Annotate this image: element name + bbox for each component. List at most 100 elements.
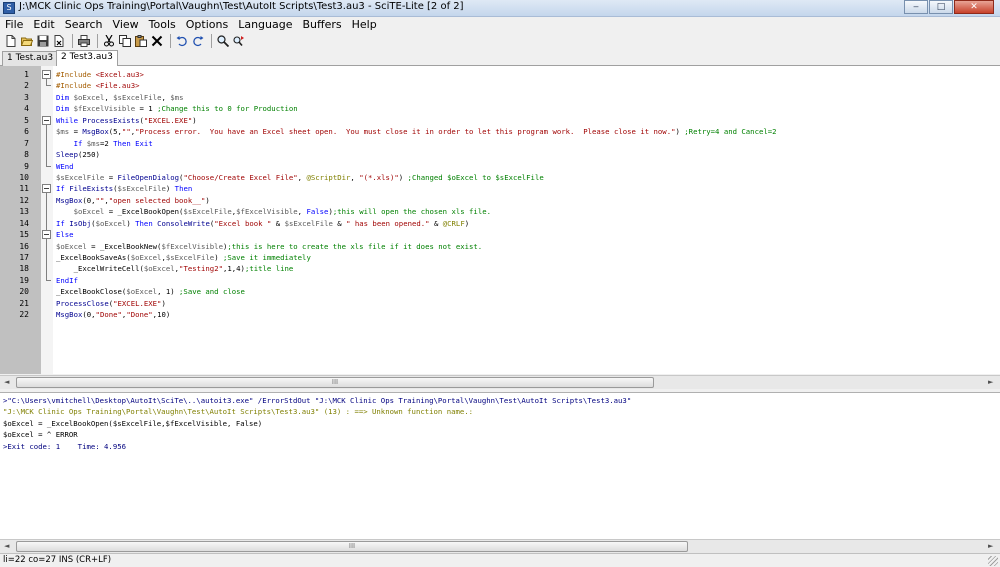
code-text[interactable]: MsgBox(0,"Done","Done",10) xyxy=(56,309,170,320)
output-scroll-left-arrow[interactable]: ◄ xyxy=(4,542,9,550)
code-text[interactable]: _ExcelBookSaveAs($oExcel,$sExcelFile) ;S… xyxy=(56,252,311,263)
code-token-variable: $fExcelVisible xyxy=(73,104,136,114)
code-text[interactable]: If FileExists($sExcelFile) Then xyxy=(56,183,192,194)
fold-toggle-icon[interactable] xyxy=(42,115,52,127)
output-line[interactable]: "J:\MCK Clinic Ops Training\Portal\Vaugh… xyxy=(0,406,1000,417)
copy-icon[interactable] xyxy=(118,34,132,48)
code-line[interactable]: 9 WEnd xyxy=(0,160,1000,172)
code-line[interactable]: 15 Else xyxy=(0,229,1000,241)
save-icon[interactable] xyxy=(36,34,50,48)
code-text[interactable]: #Include <File.au3> xyxy=(56,80,140,91)
scite-app-icon[interactable]: S xyxy=(3,2,15,14)
code-token-default: ) xyxy=(192,115,197,125)
output-pane[interactable]: >"C:\Users\vmitchell\Desktop\AutoIt\SciT… xyxy=(0,392,1000,539)
code-line[interactable]: 1 #Include <Excel.au3> xyxy=(0,69,1000,81)
output-scroll-right-arrow[interactable]: ► xyxy=(988,542,993,550)
code-text[interactable]: #Include <Excel.au3> xyxy=(56,69,144,80)
code-token-macro: @CRLF xyxy=(442,218,465,228)
code-lines[interactable]: 1 #Include <Excel.au3> 2 #Include <File.au3… xyxy=(0,69,1000,321)
title-bar[interactable]: S J:\MCK Clinic Ops Training\Portal\Vaug… xyxy=(0,0,1000,17)
code-text[interactable]: While ProcessExists("EXCEL.EXE") xyxy=(56,115,197,126)
menu-file[interactable]: File xyxy=(0,17,28,32)
output-scroll-thumb[interactable]: III xyxy=(16,541,688,552)
code-line[interactable]: 14 If IsObj($oExcel) Then ConsoleWrite("E… xyxy=(0,217,1000,230)
undo-icon[interactable] xyxy=(175,34,189,48)
resize-grip-icon[interactable] xyxy=(988,556,998,566)
code-text[interactable]: If IsObj($oExcel) Then ConsoleWrite("Exc… xyxy=(56,218,469,229)
code-text[interactable]: EndIf xyxy=(56,275,78,286)
code-token-variable: $oExcel xyxy=(143,264,175,274)
code-line[interactable]: 6 $ms = MsgBox(5,"","Process error. You h… xyxy=(0,126,1000,138)
output-line[interactable]: >"C:\Users\vmitchell\Desktop\AutoIt\SciT… xyxy=(0,395,1000,406)
open-folder-icon[interactable] xyxy=(20,34,34,48)
fold-toggle-icon[interactable] xyxy=(42,183,52,196)
menu-options[interactable]: Options xyxy=(181,17,233,32)
menu-help[interactable]: Help xyxy=(347,17,382,32)
close-button[interactable]: ✕ xyxy=(954,0,994,14)
tab-test3-au3[interactable]: 2 Test3.au3 xyxy=(56,50,118,66)
code-line[interactable]: 13 $oExcel = _ExcelBookOpen($sExcelFile,… xyxy=(0,206,1000,218)
code-line[interactable]: 17 _ExcelBookSaveAs($oExcel,$sExcelFile) … xyxy=(0,252,1000,264)
code-text[interactable]: $sExcelFile = FileOpenDialog("Choose/Cre… xyxy=(56,172,544,183)
new-file-icon[interactable] xyxy=(4,34,18,48)
code-token-default: ) xyxy=(165,184,175,194)
code-token-keyword: WEnd xyxy=(56,161,74,171)
replace-icon[interactable] xyxy=(232,34,246,48)
code-editor[interactable]: 1 #Include <Excel.au3> 2 #Include <File.au3… xyxy=(0,66,1000,374)
output-line[interactable]: $oExcel = _ExcelBookOpen($sExcelFile,$fE… xyxy=(0,418,1000,429)
menu-tools[interactable]: Tools xyxy=(144,17,181,32)
cut-icon[interactable] xyxy=(102,34,116,48)
fold-toggle-icon[interactable] xyxy=(42,69,52,81)
editor-scroll-thumb[interactable]: III xyxy=(16,377,654,388)
code-text[interactable]: Dim $oExcel, $sExcelFile, $ms xyxy=(56,92,183,103)
code-line[interactable]: 20 _ExcelBookClose($oExcel, 1) ;Save and … xyxy=(0,286,1000,297)
redo-icon[interactable] xyxy=(191,34,205,48)
code-line[interactable]: 19 EndIf xyxy=(0,274,1000,286)
paste-icon[interactable] xyxy=(134,34,148,48)
code-line[interactable]: 21 ProcessClose("EXCEL.EXE") xyxy=(0,298,1000,309)
code-line[interactable]: 10 $sExcelFile = FileOpenDialog("Choose/C… xyxy=(0,172,1000,183)
close-file-icon[interactable] xyxy=(52,34,66,48)
code-text[interactable]: WEnd xyxy=(56,161,74,172)
scroll-left-arrow[interactable]: ◄ xyxy=(4,378,9,386)
delete-icon[interactable] xyxy=(150,34,164,48)
code-token-comment: ;this will open the chosen xls file. xyxy=(332,207,491,217)
code-text[interactable]: Sleep(250) xyxy=(56,149,100,160)
code-line[interactable]: 12 MsgBox(0,"","open selected book__") xyxy=(0,194,1000,207)
fold-toggle-icon[interactable] xyxy=(42,229,52,241)
code-text[interactable]: Else xyxy=(56,229,74,240)
code-text[interactable]: _ExcelBookClose($oExcel, 1) ;Save and cl… xyxy=(56,286,245,297)
find-icon[interactable] xyxy=(216,34,230,48)
code-text[interactable]: _ExcelWriteCell($oExcel,"Testing2",1,4);… xyxy=(56,263,294,274)
code-line[interactable]: 2 #Include <File.au3> xyxy=(0,80,1000,91)
code-text[interactable]: Dim $fExcelVisible = 1 ;Change this to 0… xyxy=(56,103,298,114)
code-text[interactable]: $oExcel = _ExcelBookOpen($sExcelFile,$fE… xyxy=(56,206,491,217)
menu-language[interactable]: Language xyxy=(233,17,297,32)
code-text[interactable]: MsgBox(0,"","open selected book__") xyxy=(56,195,210,206)
code-line[interactable]: 16 $oExcel = _ExcelBookNew($fExcelVisible… xyxy=(0,240,1000,252)
print-icon[interactable] xyxy=(77,34,91,48)
menu-edit[interactable]: Edit xyxy=(28,17,59,32)
code-line[interactable]: 3 Dim $oExcel, $sExcelFile, $ms xyxy=(0,92,1000,103)
output-line[interactable]: >Exit code: 1 Time: 4.956 xyxy=(0,441,1000,452)
code-line[interactable]: 22 MsgBox(0,"Done","Done",10) xyxy=(0,309,1000,320)
code-text[interactable]: ProcessClose("EXCEL.EXE") xyxy=(56,298,166,309)
code-line[interactable]: 7 If $ms=2 Then Exit xyxy=(0,137,1000,150)
minimize-button[interactable]: ‒ xyxy=(904,0,928,14)
code-text[interactable]: $ms = MsgBox(5,"","Process error. You ha… xyxy=(56,126,777,137)
code-line[interactable]: 8 Sleep(250) xyxy=(0,149,1000,161)
menu-search[interactable]: Search xyxy=(60,17,108,32)
code-text[interactable]: If $ms=2 Then Exit xyxy=(56,138,153,149)
editor-horizontal-scrollbar[interactable]: ◄ III ► xyxy=(0,375,1000,389)
code-text[interactable]: $oExcel = _ExcelBookNew($fExcelVisible);… xyxy=(56,241,482,252)
code-line[interactable]: 11 If FileExists($sExcelFile) Then xyxy=(0,183,1000,196)
output-line[interactable]: $oExcel = ^ ERROR xyxy=(0,429,1000,440)
scroll-right-arrow[interactable]: ► xyxy=(988,378,993,386)
code-line[interactable]: 4 Dim $fExcelVisible = 1 ;Change this to … xyxy=(0,103,1000,114)
maximize-button[interactable]: □ xyxy=(929,0,953,14)
menu-buffers[interactable]: Buffers xyxy=(298,17,347,32)
code-line[interactable]: 5 While ProcessExists("EXCEL.EXE") xyxy=(0,115,1000,127)
output-horizontal-scrollbar[interactable]: ◄ III ► xyxy=(0,539,1000,553)
menu-view[interactable]: View xyxy=(108,17,144,32)
code-line[interactable]: 18 _ExcelWriteCell($oExcel,"Testing2",1,… xyxy=(0,263,1000,275)
